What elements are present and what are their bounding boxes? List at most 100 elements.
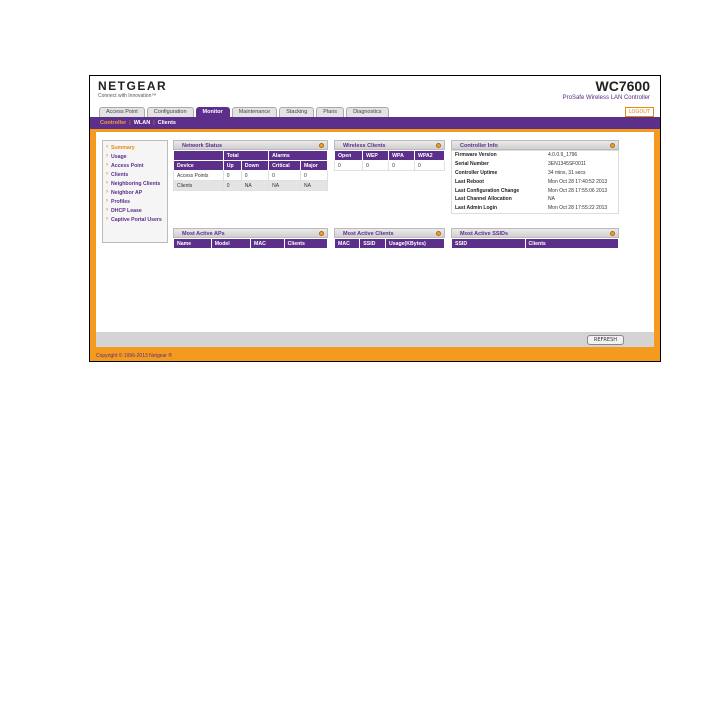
table-row: Firmware Version 4.0.0.9_1796	[452, 151, 619, 160]
sub-navigation: Controller | WLAN | Clients	[90, 117, 660, 129]
table-cell: Clients	[173, 180, 224, 191]
controller-info-table: Firmware Version 4.0.0.9_1796 Serial Numb…	[451, 150, 619, 214]
most-active-clients-title: Most Active Clients	[334, 228, 445, 238]
subnav-clients[interactable]: Clients	[158, 120, 176, 126]
most-active-aps-title: Most Active APs	[173, 228, 328, 238]
sidebar-item-usage[interactable]: Usage	[103, 152, 167, 161]
table-cell: 0	[333, 160, 364, 171]
table-header: Major	[299, 160, 329, 171]
table-header: Alarms	[268, 150, 328, 161]
most-active-ssids-widget: Most Active SSIDs SSID Clients	[451, 228, 620, 249]
collapse-icon[interactable]	[319, 231, 324, 236]
table-cell: NA	[268, 180, 301, 191]
table-header: Model	[210, 238, 252, 249]
tab-maintenance[interactable]: Maintenance	[231, 107, 278, 117]
sidebar-item-access-point[interactable]: Access Point	[103, 161, 167, 170]
table-row: Last Configuration Change Mon Oct 28 17:5…	[452, 186, 619, 195]
table-header: Open	[333, 150, 364, 161]
browser-frame: NETGEAR Connect with Innovation™ WC7600 …	[89, 75, 661, 362]
table-cell: 0	[268, 170, 301, 181]
table-cell: NA	[240, 180, 270, 191]
table-header: Total	[222, 150, 270, 161]
network-status-widget: Network Status Total Alarms Device Up Do…	[173, 140, 329, 191]
widget-title-text: Most Active Clients	[343, 231, 394, 237]
table-cell: 0	[222, 170, 242, 181]
header: NETGEAR Connect with Innovation™ WC7600 …	[90, 76, 660, 106]
tagline: Connect with Innovation™	[98, 93, 157, 99]
table-cell: 0	[414, 160, 445, 171]
tab-plans[interactable]: Plans	[316, 107, 345, 117]
table-header: Clients	[524, 238, 620, 249]
collapse-icon[interactable]	[610, 143, 615, 148]
info-label: Controller Uptime	[455, 169, 498, 176]
most-active-aps-widget: Most Active APs Name Model MAC Clients	[173, 228, 329, 249]
table-header: MAC	[250, 238, 285, 249]
product-name: ProSafe Wireless LAN Controller	[562, 95, 650, 101]
tab-access-point[interactable]: Access Point	[99, 107, 145, 117]
most-active-aps-table: Name Model MAC Clients	[173, 238, 329, 249]
table-row: Clients 0 NA NA NA	[173, 180, 329, 191]
tab-diagnostics[interactable]: Diagnostics	[346, 107, 389, 117]
collapse-icon[interactable]	[436, 143, 441, 148]
table-cell: 0	[388, 160, 416, 171]
refresh-button[interactable]: REFRESH	[586, 335, 624, 345]
controller-info-widget: Controller Info Firmware Version 4.0.0.9_…	[451, 140, 619, 214]
table-header: Clients	[283, 238, 329, 249]
info-label: Last Reboot	[455, 178, 484, 185]
subnav-separator: |	[153, 120, 155, 126]
widget-title-text: Network Status	[182, 143, 223, 149]
table-header: WPA	[388, 150, 416, 161]
subnav-wlan[interactable]: WLAN	[134, 120, 151, 126]
table-row: 0 0 0 0	[333, 160, 445, 171]
collapse-icon[interactable]	[319, 143, 324, 148]
table-header: Usage(KBytes)	[384, 238, 446, 249]
table-row: Last Reboot Mon Oct 28 17:40:52 2013	[452, 177, 619, 186]
sidebar-item-captive-portal-users[interactable]: Captive Portal Users	[103, 215, 167, 224]
info-value: Mon Oct 28 17:40:52 2013	[548, 178, 608, 185]
content-area: Summary Usage Access Point Clients Neigh…	[90, 129, 660, 352]
table-row: Last Admin Login Mon Oct 28 17:55:22 2013	[452, 204, 619, 213]
logout-button[interactable]: LOGOUT	[624, 107, 654, 117]
table-cell: NA	[299, 180, 329, 191]
info-value: 3EN1345SF0011	[548, 161, 586, 168]
info-label: Serial Number	[455, 161, 489, 168]
wireless-clients-widget: Wireless Clients Open WEP WPA WPA2 0 0 0…	[333, 140, 445, 171]
tab-configuration[interactable]: Configuration	[146, 107, 194, 117]
info-label: Last Admin Login	[455, 205, 498, 212]
sidebar-item-neighbor-ap[interactable]: Neighbor AP	[103, 188, 167, 197]
info-label: Last Channel Allocation	[455, 196, 512, 203]
sidebar-item-profiles[interactable]: Profiles	[103, 197, 167, 206]
table-cell: 0	[222, 180, 242, 191]
table-row: Serial Number 3EN1345SF0011	[452, 160, 619, 169]
action-bar: REFRESH	[96, 332, 654, 347]
sidebar-item-neighboring-clients[interactable]: Neighboring Clients	[103, 179, 167, 188]
info-label: Firmware Version	[455, 152, 497, 159]
controller-info-title: Controller Info	[451, 140, 619, 150]
info-value: NA	[548, 196, 555, 203]
sidebar-item-summary[interactable]: Summary	[103, 143, 167, 152]
subnav-separator: |	[129, 120, 131, 126]
info-value: 4.0.0.9_1796	[548, 152, 578, 159]
collapse-icon[interactable]	[436, 231, 441, 236]
most-active-ssids-table: SSID Clients	[451, 238, 620, 249]
model-name: WC7600	[595, 78, 650, 94]
collapse-icon[interactable]	[610, 231, 615, 236]
info-value: Mon Oct 28 17:55:22 2013	[548, 205, 608, 212]
table-cell: 0	[240, 170, 270, 181]
table-row: Last Channel Allocation NA	[452, 195, 619, 204]
wireless-clients-table: Open WEP WPA WPA2 0 0 0 0	[333, 150, 445, 171]
table-cell: Access Points	[173, 170, 224, 181]
tab-monitor[interactable]: Monitor	[195, 107, 230, 117]
table-header: WEP	[362, 150, 390, 161]
widget-title-text: Most Active SSIDs	[460, 231, 509, 237]
subnav-controller[interactable]: Controller	[100, 120, 126, 126]
sidebar-item-clients[interactable]: Clients	[103, 170, 167, 179]
sidebar-item-dhcp-lease[interactable]: DHCP Lease	[103, 206, 167, 215]
table-cell: 0	[362, 160, 390, 171]
table-header: Down	[240, 160, 270, 171]
info-label: Last Configuration Change	[455, 187, 520, 194]
main-tabs: Access Point Configuration Monitor Maint…	[99, 107, 391, 117]
table-row: Controller Uptime 34 mins, 31 secs	[452, 169, 619, 178]
tab-stacking[interactable]: Stacking	[279, 107, 315, 117]
table-header: Critical	[268, 160, 301, 171]
